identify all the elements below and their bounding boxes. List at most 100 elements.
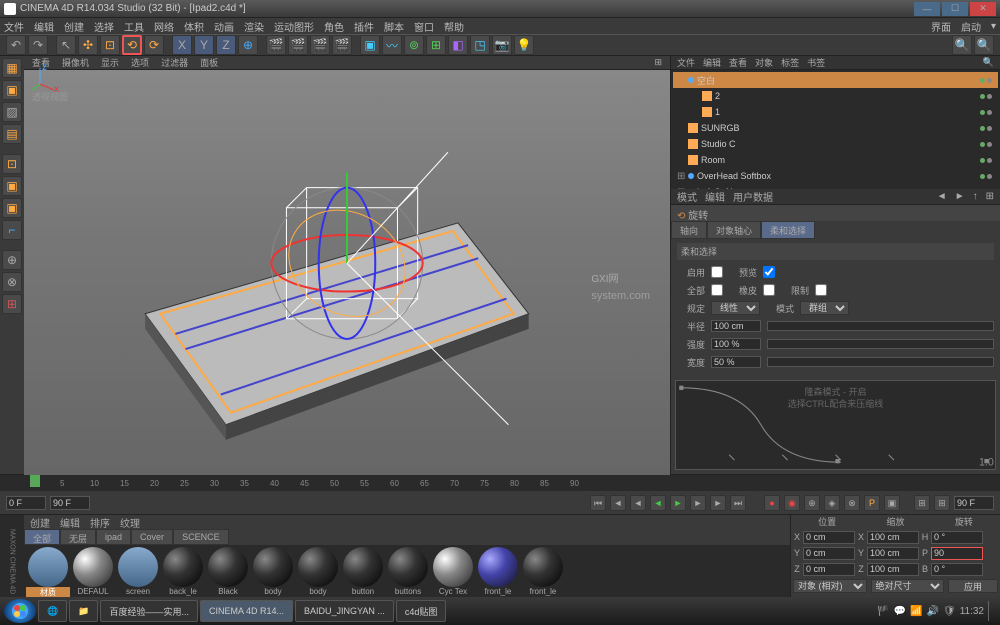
area-checkbox[interactable]: [711, 284, 723, 296]
show-desktop[interactable]: [988, 601, 996, 621]
attr-lock-icon[interactable]: ⊞: [986, 191, 994, 202]
object-tree[interactable]: 空白21SUNRGBStudio CRoom⊞OverHead Softbox⊞…: [671, 70, 1000, 189]
om-menu-edit[interactable]: 编辑: [703, 56, 721, 69]
attr-menu-edit[interactable]: 编辑: [705, 189, 725, 204]
mat-menu-create[interactable]: 创建: [30, 515, 50, 530]
tl-play-forward[interactable]: ►: [670, 495, 686, 511]
rot-h[interactable]: [931, 531, 983, 544]
strength-slider[interactable]: [767, 339, 994, 349]
attr-nav-fwd-icon[interactable]: ►: [955, 191, 965, 202]
z-axis-toggle[interactable]: Z: [216, 35, 236, 55]
maximize-button[interactable]: ☐: [942, 2, 968, 16]
timeline-ruler[interactable]: 051015202530354045505560657075808590: [0, 475, 1000, 491]
minimize-button[interactable]: —: [914, 2, 940, 16]
tl-key-pos[interactable]: ⊕: [804, 495, 820, 511]
viewport-3d[interactable]: 透视视图: [24, 70, 670, 477]
menu-animate[interactable]: 动画: [214, 19, 234, 34]
menu-select[interactable]: 选择: [94, 19, 114, 34]
tree-item-2[interactable]: 2: [673, 88, 998, 104]
menu-char[interactable]: 角色: [324, 19, 344, 34]
tl-play-backward[interactable]: ◄: [650, 495, 666, 511]
tl-key-pla[interactable]: ▣: [884, 495, 900, 511]
om-search-icon[interactable]: 🔍: [983, 57, 994, 68]
nurbs-primitive[interactable]: ⊚: [404, 35, 424, 55]
render-region[interactable]: 🎬: [288, 35, 308, 55]
render-settings[interactable]: 🎬: [310, 35, 330, 55]
apply-button[interactable]: 应用: [948, 579, 998, 593]
om-menu-object[interactable]: 对象: [755, 56, 773, 69]
om-menu-tags[interactable]: 标签: [781, 56, 799, 69]
workplane[interactable]: ⊞: [2, 294, 22, 314]
menu-mesh[interactable]: 网络: [154, 19, 174, 34]
task-c4d贴图[interactable]: c4d贴图: [396, 600, 447, 622]
attr-tab-object-axis[interactable]: 对象轴心: [707, 221, 761, 239]
axis-mode[interactable]: ⌐: [2, 220, 22, 240]
tl-autokey[interactable]: ◉: [784, 495, 800, 511]
scale-z[interactable]: [867, 563, 919, 576]
attr-menu-mode[interactable]: 模式: [677, 189, 697, 204]
x-axis-toggle[interactable]: X: [172, 35, 192, 55]
attr-nav-back-icon[interactable]: ◄: [937, 191, 947, 202]
scale-tool[interactable]: ⊡: [100, 35, 120, 55]
mat-menu-texture[interactable]: 纹理: [120, 515, 140, 530]
coord-mode-select[interactable]: 对象 (相对): [793, 579, 867, 593]
preview-checkbox[interactable]: [763, 266, 775, 278]
tl-record[interactable]: ●: [764, 495, 780, 511]
menu-tools[interactable]: 工具: [124, 19, 144, 34]
radius-slider[interactable]: [767, 321, 994, 331]
select-tool[interactable]: ↖: [56, 35, 76, 55]
rot-p[interactable]: [931, 547, 983, 560]
mat-tab-无层[interactable]: 无层: [60, 529, 96, 545]
menu-plugins[interactable]: 插件: [354, 19, 374, 34]
redo-button[interactable]: ↷: [28, 35, 48, 55]
pos-y[interactable]: [803, 547, 855, 560]
enable-checkbox[interactable]: [711, 266, 723, 278]
tl-opt1[interactable]: ⊞: [914, 495, 930, 511]
coord-rel-select[interactable]: 绝对尺寸: [871, 579, 945, 593]
radius-input[interactable]: [711, 320, 761, 332]
mat-tab-全部[interactable]: 全部: [24, 529, 60, 545]
tl-key-rot[interactable]: ⊗: [844, 495, 860, 511]
mat-tab-ipad[interactable]: ipad: [96, 529, 131, 545]
spline-primitive[interactable]: 〰: [382, 35, 402, 55]
help-icon[interactable]: 🔍: [974, 35, 994, 55]
rot-b[interactable]: [931, 563, 983, 576]
menu-mograph[interactable]: 运动图形: [274, 19, 314, 34]
tl-opt2[interactable]: ⊞: [934, 495, 950, 511]
tray-flag-icon[interactable]: 🏴: [877, 606, 889, 617]
mat-tab-Cover[interactable]: Cover: [131, 529, 173, 545]
scale-x[interactable]: [867, 531, 919, 544]
tree-item-1[interactable]: 1: [673, 104, 998, 120]
task-explorer[interactable]: 📁: [69, 600, 98, 622]
tl-goto-end[interactable]: ⏭: [730, 495, 746, 511]
tree-item-空白[interactable]: 空白: [673, 72, 998, 88]
rotate-tool[interactable]: ⟲: [122, 35, 142, 55]
tl-key-scale[interactable]: ◈: [824, 495, 840, 511]
deformer[interactable]: ◧: [448, 35, 468, 55]
task-百度经验——实用...[interactable]: 百度经验——实用...: [100, 600, 198, 622]
menu-volume[interactable]: 体积: [184, 19, 204, 34]
layout-dropdown[interactable]: 启动: [961, 19, 981, 34]
snap-settings[interactable]: ⊗: [2, 272, 22, 292]
width-input[interactable]: [711, 356, 761, 368]
menu-script[interactable]: 脚本: [384, 19, 404, 34]
move-tool[interactable]: ✣: [78, 35, 98, 55]
om-menu-view[interactable]: 查看: [729, 56, 747, 69]
menu-help[interactable]: 帮助: [444, 19, 464, 34]
task-BAIDU_JINGYAN ...[interactable]: BAIDU_JINGYAN ...: [295, 600, 394, 622]
y-axis-toggle[interactable]: Y: [194, 35, 214, 55]
mat-menu-sort[interactable]: 排序: [90, 515, 110, 530]
om-menu-file[interactable]: 文件: [677, 56, 695, 69]
coord-system[interactable]: ⊕: [238, 35, 258, 55]
point-mode[interactable]: ⊡: [2, 154, 22, 174]
environment[interactable]: ◳: [470, 35, 490, 55]
layout-chevron-icon[interactable]: ▾: [991, 21, 996, 32]
pos-z[interactable]: [803, 563, 855, 576]
tree-item-Room[interactable]: Room: [673, 152, 998, 168]
render-queue[interactable]: 🎬: [332, 35, 352, 55]
camera[interactable]: 📷: [492, 35, 512, 55]
search-icon[interactable]: 🔍: [952, 35, 972, 55]
width-slider[interactable]: [767, 357, 994, 367]
menu-create[interactable]: 创建: [64, 19, 84, 34]
tl-prev-frame[interactable]: ◄: [630, 495, 646, 511]
